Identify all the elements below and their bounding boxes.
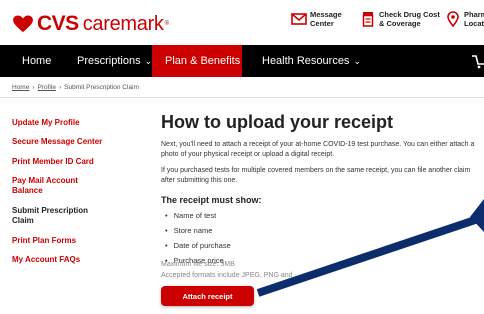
nav-plan-benefits-label: Plan & Benefits <box>165 55 241 67</box>
divider <box>0 97 484 98</box>
list-item: Date of purchase <box>165 241 231 250</box>
logo-tm: ® <box>164 21 170 27</box>
logo-caremark: caremark <box>82 12 164 35</box>
cvs-caremark-logo[interactable]: CVS caremark ® <box>12 12 169 36</box>
pharmacy-locator-label: Pharma Locato <box>464 10 484 28</box>
chevron-down-icon: ⌄ <box>144 55 153 66</box>
nav-health-resources[interactable]: Health Resources ⌄ <box>262 45 361 77</box>
list-item: Name of test <box>165 211 217 220</box>
heart-icon <box>13 15 33 33</box>
message-center-link[interactable]: Message Center <box>291 10 342 28</box>
multiple-members-paragraph: If you purchased tests for multiple cove… <box>161 167 471 184</box>
nav-health-resources-label: Health Resources <box>262 55 350 67</box>
site-header: CVS caremark ® Message Center Check Drug… <box>0 0 484 45</box>
sidebar-item-plan-forms[interactable]: Print Plan Forms <box>12 236 132 246</box>
arrow-head <box>470 199 484 232</box>
sidebar-item-pay-balance[interactable]: Pay Mail Account Balance <box>12 176 94 196</box>
message-center-label: Message Center <box>310 10 342 28</box>
breadcrumb-current: Submit Prescription Claim <box>64 84 139 91</box>
sidebar-item-print-id-card[interactable]: Print Member ID Card <box>12 157 132 167</box>
chevron-down-icon: ⌄ <box>353 55 361 66</box>
logo-cvs: CVS <box>37 12 79 35</box>
sidebar-item-secure-message[interactable]: Secure Message Center <box>12 137 132 147</box>
must-show-heading: The receipt must show: <box>161 195 262 205</box>
breadcrumb: Home › Profile › Submit Prescription Claim <box>12 84 139 91</box>
pharmacy-locator-link[interactable]: Pharma Locato <box>445 10 484 28</box>
max-file-size: Maximum file size: 3MB <box>161 261 235 268</box>
main-nav: Home Prescriptions ⌄ Plan & Benefits Hea… <box>0 45 484 77</box>
accepted-formats: Accepted formats include JPEG, PNG and <box>161 272 293 279</box>
check-drug-cost-link[interactable]: Check Drug Cost & Coverage <box>360 10 441 28</box>
sidebar-item-submit-claim: Submit Prescription Claim <box>12 206 89 225</box>
sidebar-item-update-profile[interactable]: Update My Profile <box>12 118 132 128</box>
drug-cost-icon <box>362 12 374 27</box>
sidebar-item-faqs[interactable]: My Account FAQs <box>12 255 132 265</box>
breadcrumb-profile[interactable]: Profile <box>38 84 56 91</box>
nav-prescriptions[interactable]: Prescriptions ⌄ <box>77 45 152 77</box>
envelope-icon <box>291 13 307 25</box>
cart-icon[interactable] <box>472 52 484 70</box>
nav-home[interactable]: Home <box>22 45 51 77</box>
arrow-shaft <box>256 213 484 297</box>
list-item: Store name <box>165 226 213 235</box>
nav-home-label: Home <box>22 55 52 67</box>
attach-receipt-button[interactable]: Attach receipt <box>161 286 254 306</box>
breadcrumb-home[interactable]: Home <box>12 84 29 91</box>
location-pin-icon <box>447 11 459 27</box>
page-title: How to upload your receipt <box>161 112 394 132</box>
nav-plan-benefits[interactable]: Plan & Benefits <box>152 45 242 77</box>
intro-paragraph: Next, you'll need to attach a receipt of… <box>161 141 475 158</box>
breadcrumb-separator: › <box>32 84 35 91</box>
nav-prescriptions-label: Prescriptions <box>77 55 141 67</box>
breadcrumb-separator: › <box>58 84 62 91</box>
check-drug-cost-label: Check Drug Cost & Coverage <box>379 10 440 28</box>
